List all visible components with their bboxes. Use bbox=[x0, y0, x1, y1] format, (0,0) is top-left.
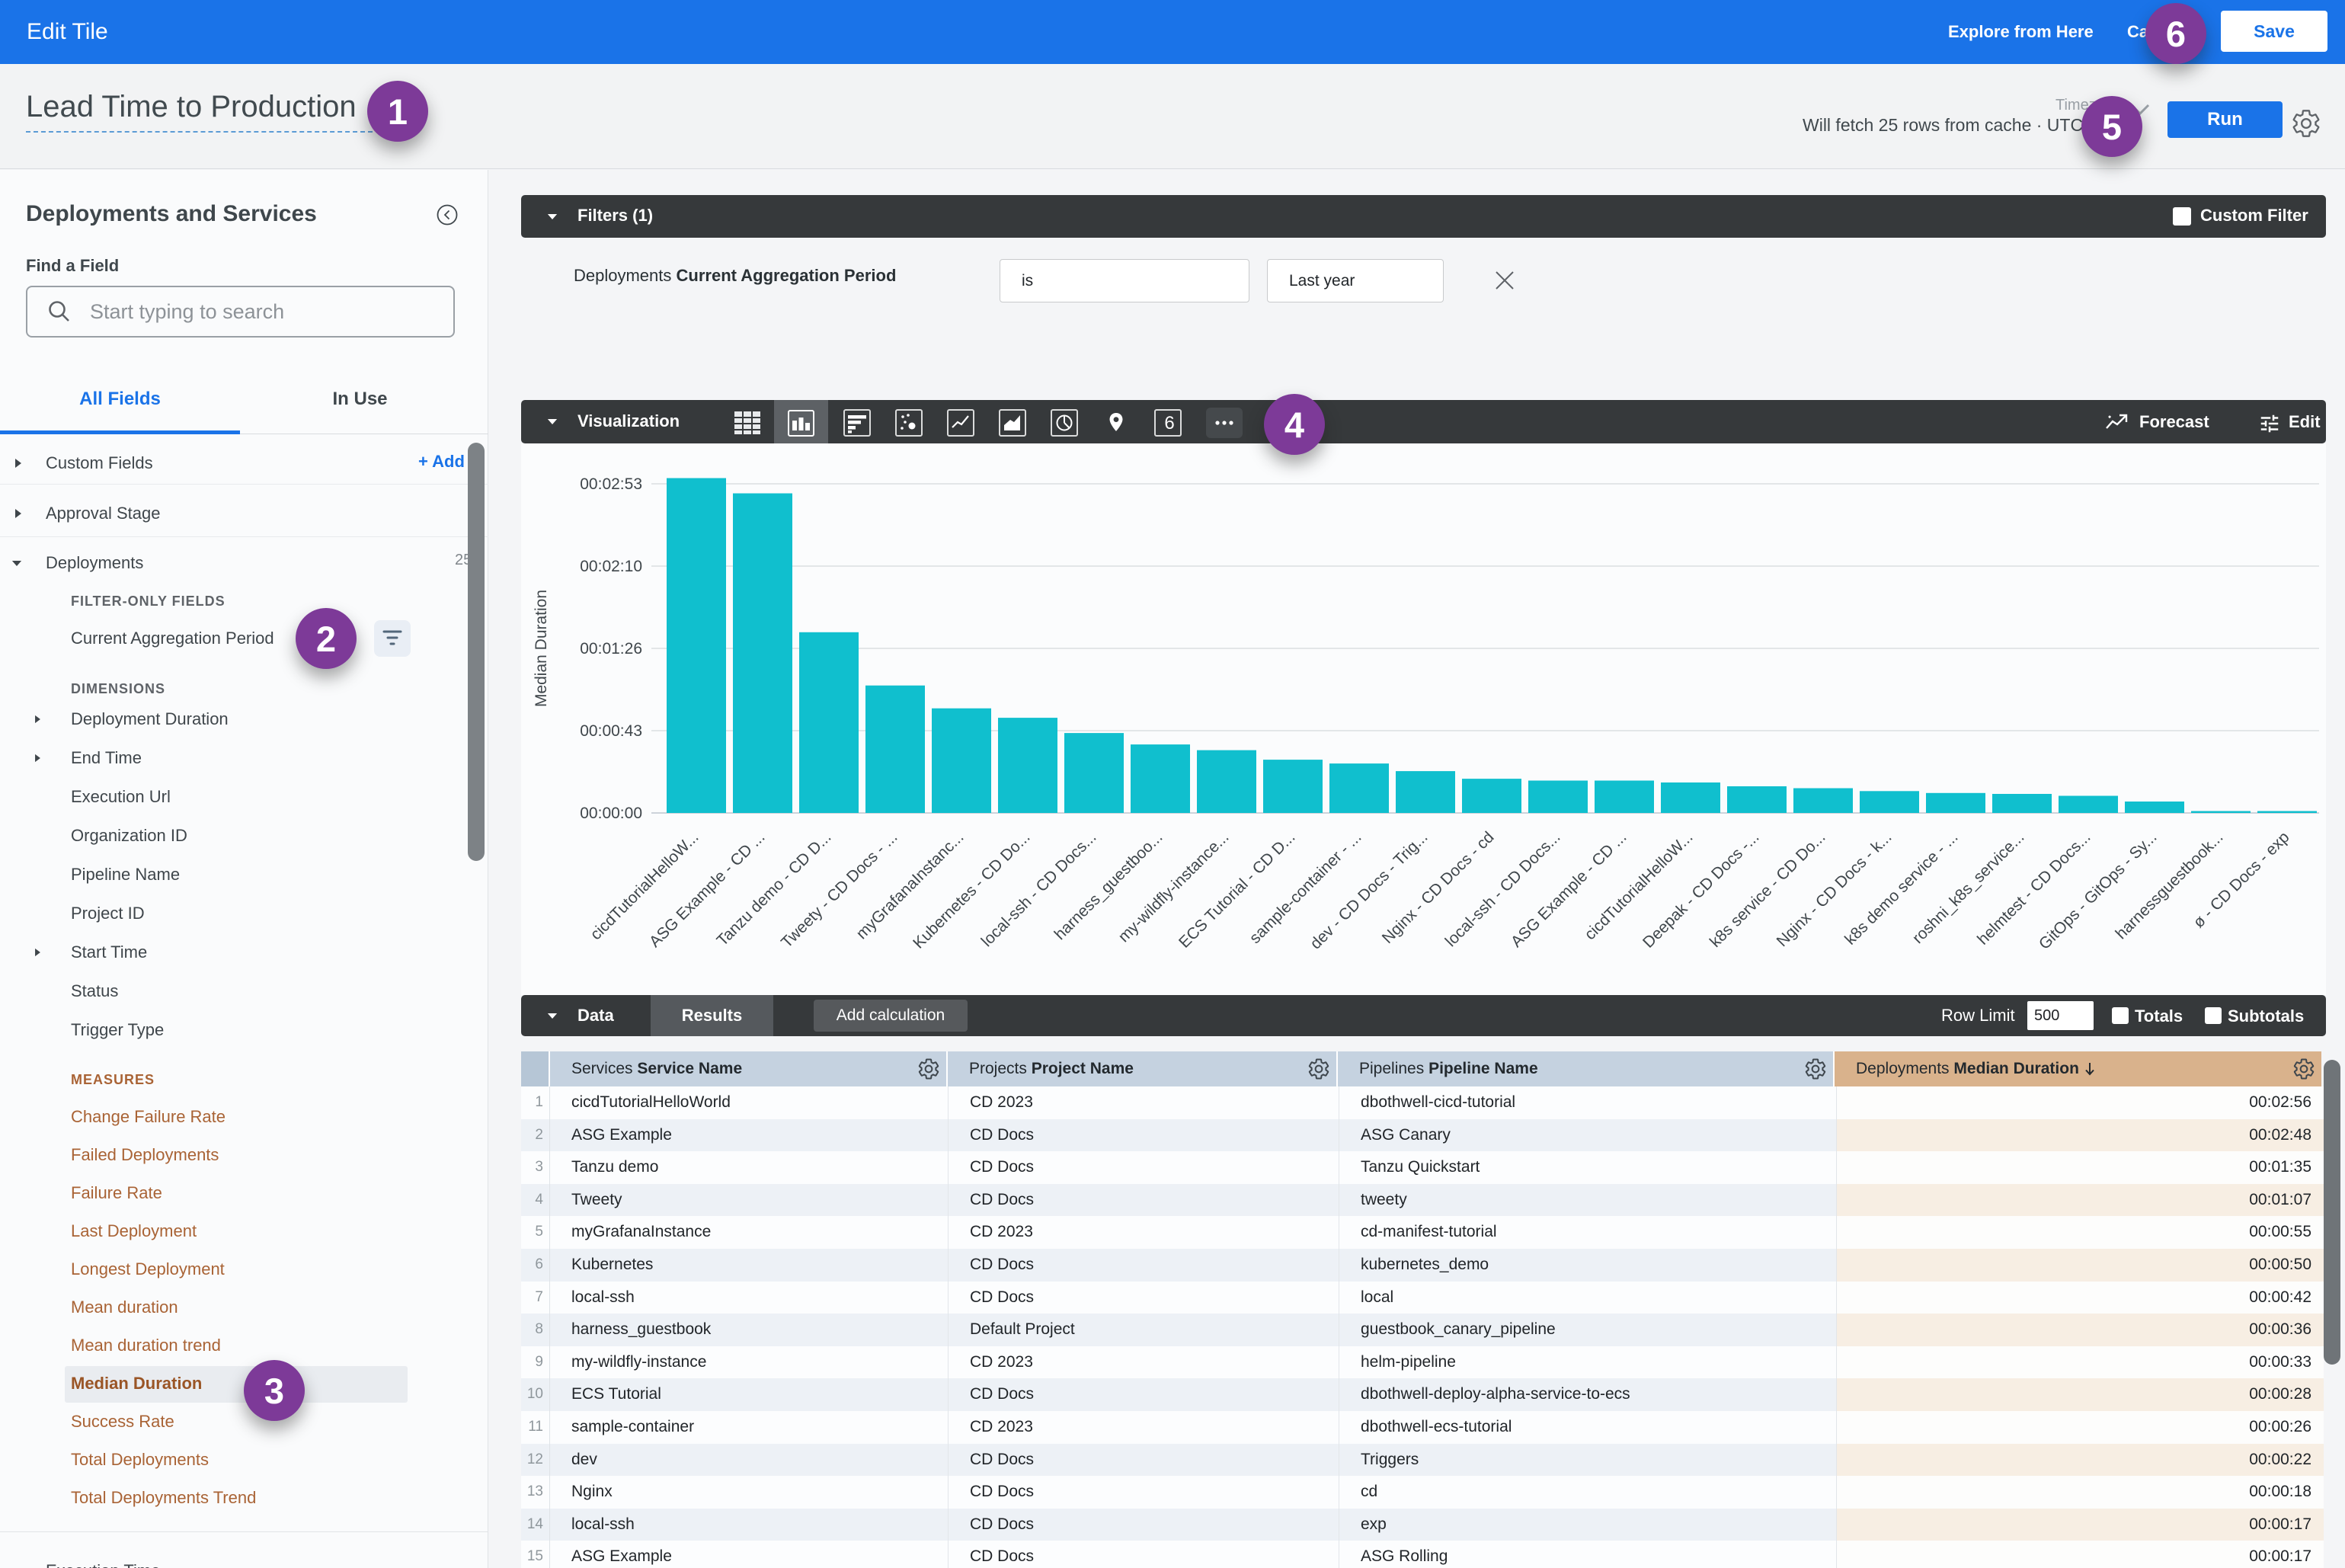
svg-text:00:02:10: 00:02:10 bbox=[580, 558, 642, 575]
svg-text:Tanzu demo - CD D...: Tanzu demo - CD D... bbox=[714, 828, 835, 949]
svg-text:roshni_k8s_service...: roshni_k8s_service... bbox=[1909, 828, 2028, 947]
svg-text:ASG Example - CD ...: ASG Example - CD ... bbox=[646, 828, 769, 951]
svg-text:GitOps - GitOps - Sy...: GitOps - GitOps - Sy... bbox=[2036, 828, 2161, 953]
svg-text:00:02:53: 00:02:53 bbox=[580, 475, 642, 493]
svg-text:k8s service - CD Do...: k8s service - CD Do... bbox=[1707, 828, 1829, 951]
svg-text:sample-container - ...: sample-container - ... bbox=[1246, 828, 1365, 947]
svg-text:00:00:43: 00:00:43 bbox=[580, 722, 642, 740]
svg-text:local-ssh - CD Docs...: local-ssh - CD Docs... bbox=[978, 828, 1100, 950]
svg-text:harnessguestbook...: harnessguestbook... bbox=[2113, 828, 2227, 942]
svg-text:local-ssh - CD Docs...: local-ssh - CD Docs... bbox=[1442, 828, 1564, 950]
svg-text:cicdTutorialHelloW...: cicdTutorialHelloW... bbox=[587, 828, 702, 943]
svg-text:harness_guestboo...: harness_guestboo... bbox=[1051, 828, 1166, 943]
svg-text:Kubernetes - CD Do...: Kubernetes - CD Do... bbox=[910, 828, 1033, 952]
svg-text:k8s demo service - ...: k8s demo service - ... bbox=[1841, 828, 1961, 948]
svg-text:Tweety - CD Docs - ...: Tweety - CD Docs - ... bbox=[778, 828, 901, 951]
svg-text:myGrafanaInstanc...: myGrafanaInstanc... bbox=[853, 828, 968, 942]
svg-text:cicdTutorialHelloW...: cicdTutorialHelloW... bbox=[1581, 828, 1696, 943]
svg-text:my-wildfly-instance...: my-wildfly-instance... bbox=[1115, 828, 1232, 946]
svg-text:Deepak - CD Docs -...: Deepak - CD Docs -... bbox=[1640, 828, 1762, 951]
svg-text:00:01:26: 00:01:26 bbox=[580, 640, 642, 658]
svg-text:helmtest - CD Docs...: helmtest - CD Docs... bbox=[1974, 828, 2094, 948]
svg-text:ECS Tutorial - CD D...: ECS Tutorial - CD D... bbox=[1176, 828, 1298, 951]
svg-text:Nginx - CD Docs - k...: Nginx - CD Docs - k... bbox=[1774, 828, 1896, 950]
svg-text:ASG Example - CD ...: ASG Example - CD ... bbox=[1508, 828, 1630, 951]
svg-text:Nginx - CD Docs - cd: Nginx - CD Docs - cd bbox=[1379, 828, 1498, 947]
svg-text:dev - CD Docs - Trig...: dev - CD Docs - Trig... bbox=[1307, 828, 1431, 952]
svg-text:Median Duration: Median Duration bbox=[533, 590, 550, 707]
svg-text:00:00:00: 00:00:00 bbox=[580, 805, 642, 822]
